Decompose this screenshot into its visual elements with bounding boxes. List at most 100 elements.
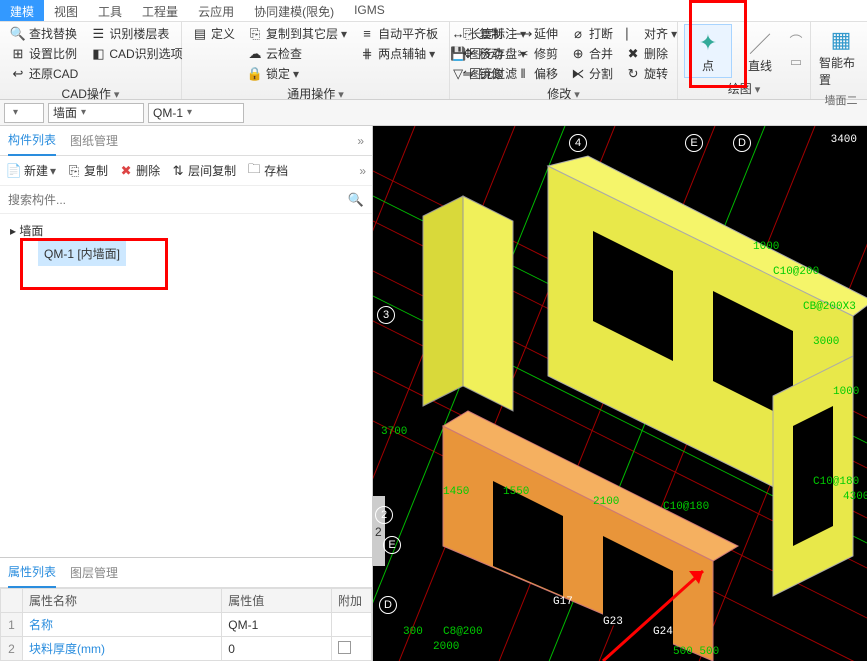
btn-define[interactable]: ▤定义	[188, 24, 239, 43]
chevron-down-icon: ▾	[13, 107, 18, 118]
btn-smart-layout[interactable]: ▦ 智能布置	[817, 24, 865, 90]
smart-icon: ▦	[827, 26, 855, 54]
del-icon: ✖	[118, 163, 134, 179]
tab-layer-mgmt[interactable]: 图层管理	[70, 558, 118, 587]
combo-empty[interactable]: ▾	[4, 103, 44, 123]
btn-lock[interactable]: 🔒锁定 ▾	[243, 64, 351, 83]
rect-icon[interactable]: ▭	[788, 54, 804, 70]
btn-merge[interactable]: ⊕合并	[566, 44, 617, 63]
tab-prop-list[interactable]: 属性列表	[8, 557, 56, 588]
offset-icon: ‖	[515, 66, 531, 82]
chevron-down-icon: ▾	[81, 107, 86, 118]
btn-extend[interactable]: ⟶延伸	[511, 24, 562, 43]
btn-find-replace[interactable]: 🔍查找替换	[6, 24, 82, 43]
copyto-icon: ⎘	[247, 26, 263, 42]
combo-category[interactable]: 墙面▾	[48, 103, 144, 123]
btn-new[interactable]: 📄新建 ▾	[6, 162, 56, 179]
table-row[interactable]: 1 名称 QM-1	[1, 613, 372, 637]
col-extra: 附加	[332, 589, 372, 613]
btn-trim[interactable]: ✂修剪	[511, 44, 562, 63]
viewport-svg: 2	[373, 126, 867, 661]
btn-cloud-check[interactable]: ☁云检查	[243, 44, 351, 63]
panel-more-icon[interactable]: »	[357, 134, 364, 148]
ribbon-tabs: 建模 视图 工具 工程量 云应用 协同建模(限免) IGMS	[0, 0, 867, 22]
panel-tabs: 构件列表 图纸管理 »	[0, 126, 372, 156]
btn-set-scale[interactable]: ⊞设置比例	[6, 44, 82, 63]
align-icon: ⎸	[625, 26, 641, 42]
trim-icon: ✂	[515, 46, 531, 62]
extend-icon: ⟶	[515, 26, 531, 42]
chevron-down-icon: ▾	[187, 107, 192, 118]
btn-split[interactable]: ⧔分割	[566, 64, 617, 83]
copy2-icon: ⎘	[66, 163, 82, 179]
btn-break[interactable]: ⌀打断	[566, 24, 617, 43]
scale-icon: ⊞	[10, 46, 26, 62]
axis-marker: E	[685, 134, 703, 152]
btn-identify-layer[interactable]: ☰识别楼层表	[86, 24, 186, 43]
group-label-draw: 绘图 ▾	[684, 78, 804, 97]
copy-icon: ⎘	[460, 26, 476, 42]
tree-item-qm1[interactable]: QM-1 [内墙面]	[38, 241, 126, 266]
archive-icon: 🗀	[246, 163, 262, 179]
btn-line[interactable]: ／ 直线	[736, 24, 784, 78]
move-icon: ✥	[460, 46, 476, 62]
point-icon: ✦	[694, 29, 722, 57]
toolbar-more-icon[interactable]: »	[359, 164, 366, 178]
tab-view[interactable]: 视图	[44, 0, 88, 21]
axis-marker: 4	[569, 134, 587, 152]
mirror-icon: ⇋	[460, 66, 476, 82]
btn-auto-level[interactable]: ≡自动平齐板	[355, 24, 442, 43]
line-icon: ／	[746, 29, 774, 57]
left-panel: 构件列表 图纸管理 » 📄新建 ▾ ⎘复制 ✖删除 ⇅层间复制 🗀存档 » 🔍 …	[0, 126, 373, 661]
btn-two-point[interactable]: ⋕两点辅轴 ▾	[355, 44, 442, 63]
btn-copy-to[interactable]: ⎘复制到其它层 ▾	[243, 24, 351, 43]
property-panel: 属性列表 图层管理 属性名称 属性值 附加 1 名称 QM-1 2	[0, 557, 372, 661]
tree-root[interactable]: ▸ 墙面	[10, 220, 362, 241]
tab-tools[interactable]: 工具	[88, 0, 132, 21]
arc-icon[interactable]: ⌒	[788, 32, 804, 48]
merge-icon: ⊕	[570, 46, 586, 62]
tab-igms[interactable]: IGMS	[344, 0, 395, 21]
tab-model[interactable]: 建模	[0, 0, 44, 21]
split-icon: ⧔	[570, 66, 586, 82]
lock-icon: 🔒	[247, 66, 263, 82]
group-label-general: 通用操作 ▾	[188, 83, 443, 102]
btn-offset[interactable]: ‖偏移	[511, 64, 562, 83]
btn-copy[interactable]: ⎘复制	[456, 24, 507, 43]
btn-align[interactable]: ⎸对齐 ▾	[621, 24, 681, 43]
search-icon-2[interactable]: 🔍	[348, 192, 364, 208]
btn-archive[interactable]: 🗀存档	[246, 162, 288, 179]
panel-toolbar: 📄新建 ▾ ⎘复制 ✖删除 ⇅层间复制 🗀存档 »	[0, 156, 372, 186]
btn-delete[interactable]: ✖删除	[621, 44, 681, 63]
tab-quantity[interactable]: 工程量	[132, 0, 188, 21]
btn-mirror[interactable]: ⇋镜像	[456, 64, 507, 83]
search-icon: 🔍	[10, 26, 26, 42]
btn-rotate[interactable]: ↻旋转	[621, 64, 681, 83]
axis-icon: ⋕	[359, 46, 375, 62]
table-row[interactable]: 2 块料厚度(mm) 0	[1, 637, 372, 661]
define-icon: ▤	[192, 26, 208, 42]
tab-cloud[interactable]: 云应用	[188, 0, 244, 21]
search-input[interactable]	[8, 193, 348, 207]
col-name: 属性名称	[23, 589, 222, 613]
component-tree[interactable]: ▸ 墙面 QM-1 [内墙面]	[0, 214, 372, 557]
tab-collab[interactable]: 协同建模(限免)	[244, 0, 344, 21]
restore-icon: ↩	[10, 66, 26, 82]
cloud-icon: ☁	[247, 46, 263, 62]
checkbox[interactable]	[338, 641, 351, 654]
btn-move[interactable]: ✥移动	[456, 44, 507, 63]
combo-type[interactable]: QM-1▾	[148, 103, 244, 123]
btn-point[interactable]: ✦ 点	[684, 24, 732, 78]
btn-cad-options[interactable]: ◧CAD识别选项	[86, 44, 186, 63]
btn-copy-item[interactable]: ⎘复制	[66, 162, 108, 179]
viewport-3d[interactable]: 2 4 E D 3400 3 2 E D 1000 C10@200 3700 3…	[373, 126, 867, 661]
btn-restore-cad[interactable]: ↩还原CAD	[6, 64, 82, 83]
axis-marker: D	[733, 134, 751, 152]
tab-component-list[interactable]: 构件列表	[8, 125, 56, 156]
options-icon: ◧	[90, 46, 106, 62]
btn-layer-copy[interactable]: ⇅层间复制	[170, 162, 236, 179]
tab-drawing-mgmt[interactable]: 图纸管理	[70, 126, 118, 155]
btn-delete-item[interactable]: ✖删除	[118, 162, 160, 179]
ribbon: 🔍查找替换 ⊞设置比例 ↩还原CAD ☰识别楼层表 ◧CAD识别选项 CAD操作…	[0, 22, 867, 100]
group-label-wall: 墙面二	[817, 90, 865, 108]
